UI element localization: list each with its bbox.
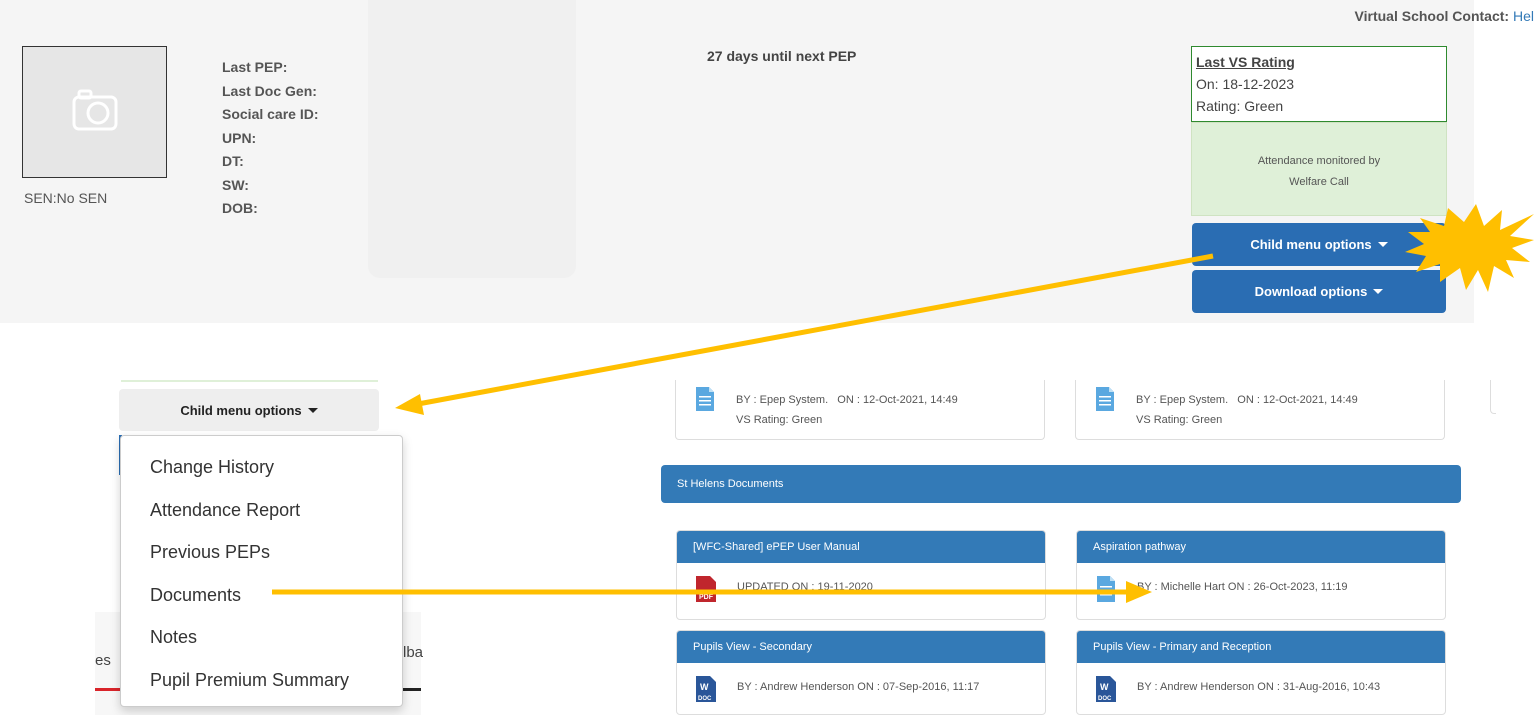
annotation-overlay bbox=[272, 204, 1534, 603]
arrow-to-child-menu bbox=[395, 253, 1214, 415]
highlight-starburst-icon bbox=[1405, 204, 1534, 292]
arrow-to-documents bbox=[272, 581, 1152, 603]
